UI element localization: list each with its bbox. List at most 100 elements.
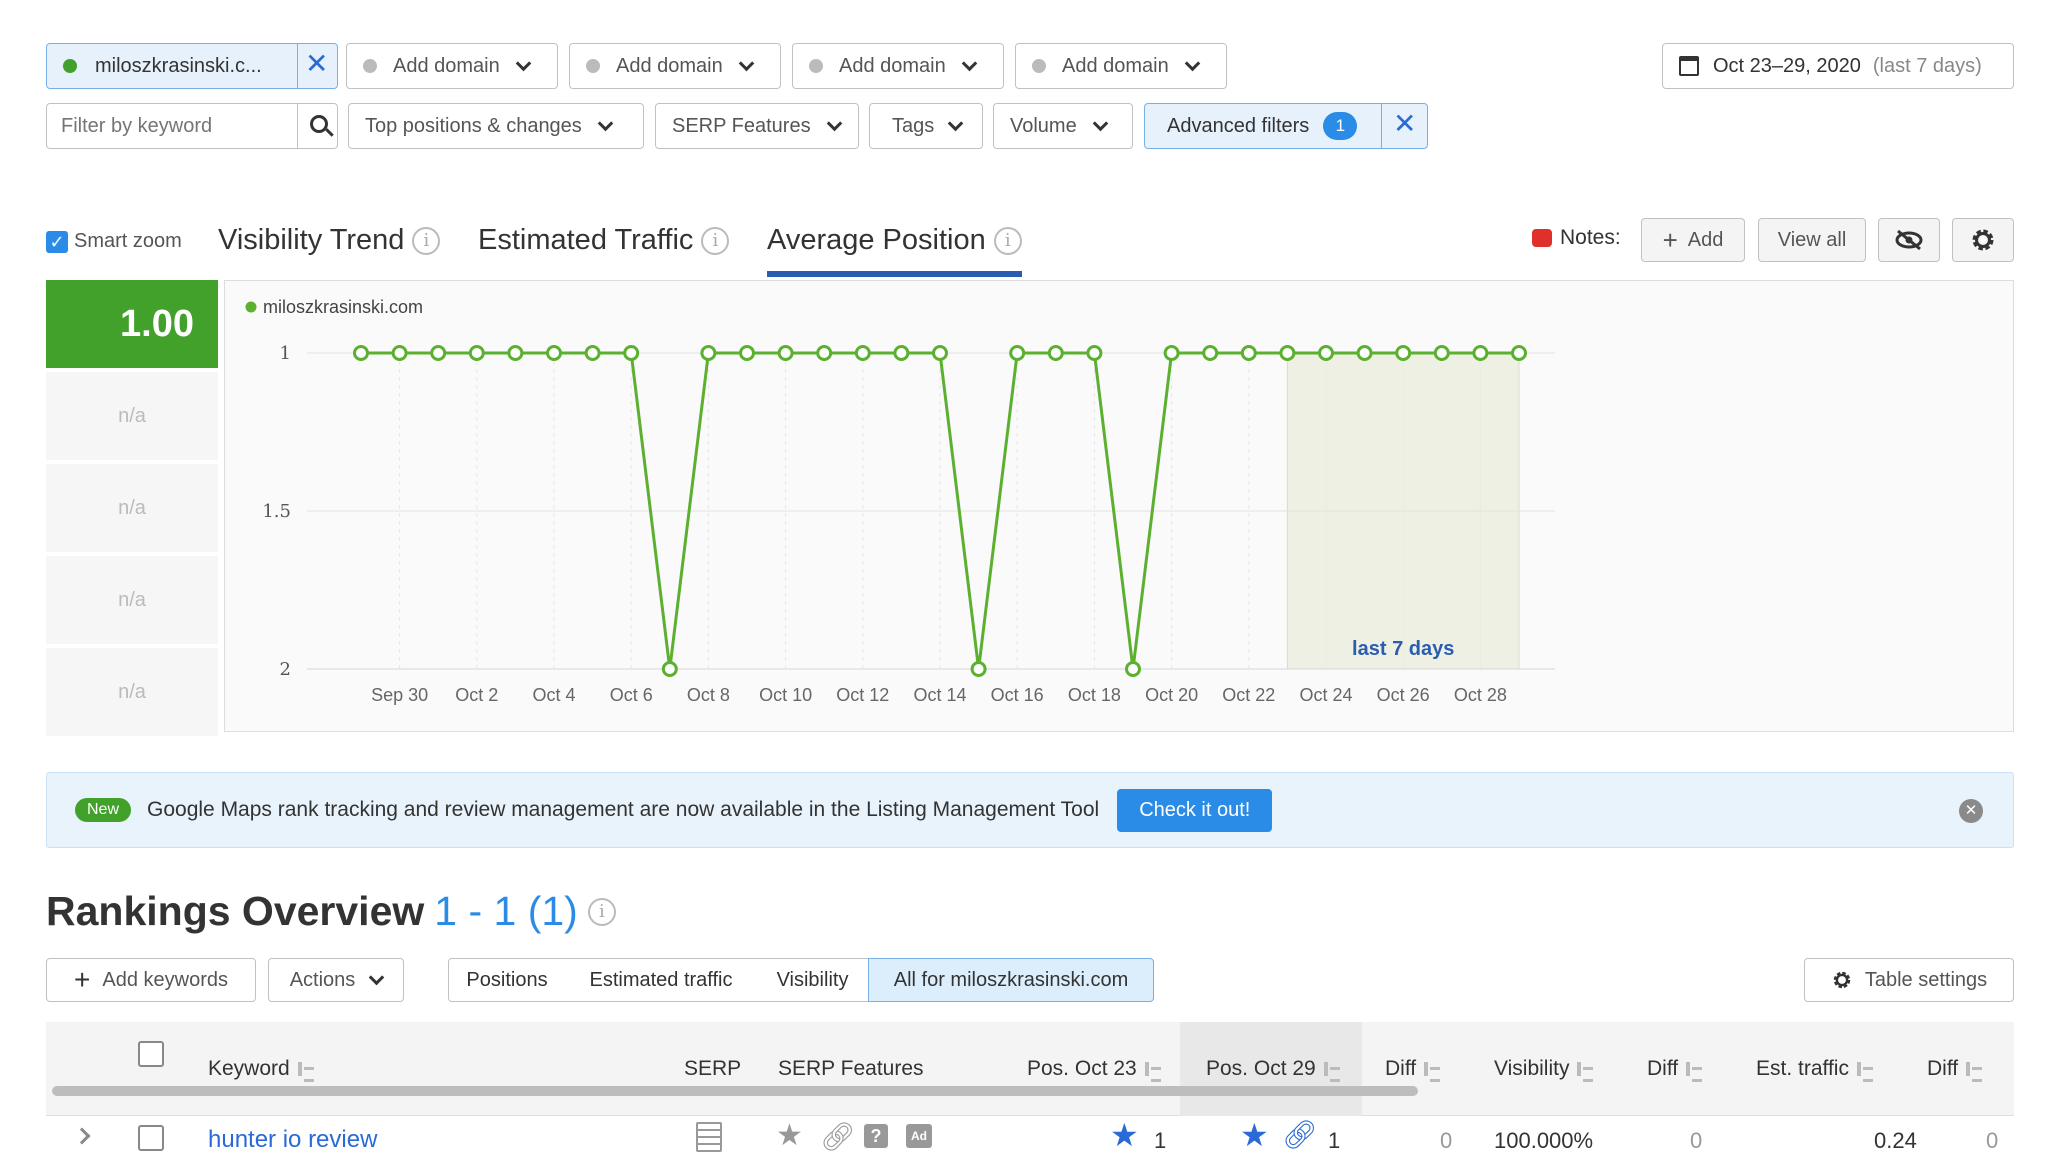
col-diff-3[interactable]: Diff [1927, 1022, 1983, 1116]
table-settings-label: Table settings [1864, 968, 1988, 991]
rankings-count: 1 - 1 (1) [434, 888, 578, 934]
view-visibility[interactable]: Visibility [757, 958, 869, 1002]
view-all-for-domain[interactable]: All for miloszkrasinski.com [868, 958, 1154, 1002]
x-tick-label: Oct 22 [1222, 685, 1275, 705]
close-banner-icon[interactable]: ✕ [1959, 799, 1983, 823]
add-keywords-label: Add keywords [102, 968, 228, 991]
link-icon: 🔗︎ [1282, 1119, 1318, 1150]
add-domain-select-1[interactable]: Add domain [346, 43, 558, 89]
col-label: SERP Features [778, 1057, 924, 1080]
view-estimated-traffic[interactable]: Estimated traffic [565, 958, 758, 1002]
view-label: All for miloszkrasinski.com [893, 968, 1129, 991]
data-point [1086, 345, 1103, 361]
x-tick-label: Oct 26 [1377, 685, 1430, 705]
col-visibility[interactable]: Visibility [1494, 1022, 1594, 1116]
expand-row-icon[interactable] [73, 1127, 91, 1145]
chart-settings-button[interactable] [1952, 218, 2014, 262]
legend-label: miloszkrasinski.com [263, 297, 423, 317]
chevron-down-icon [1184, 55, 1201, 71]
star-feature-icon: ★ [776, 1119, 803, 1152]
new-badge: New [75, 798, 132, 822]
table-horizontal-scrollbar[interactable] [52, 1086, 1418, 1096]
info-icon[interactable]: i [412, 226, 441, 255]
col-est-traffic[interactable]: Est. traffic [1756, 1022, 1873, 1116]
smart-zoom-checkbox[interactable]: ✓ [46, 230, 68, 253]
select-all-checkbox[interactable] [138, 1041, 164, 1067]
diff-3-value: 0 [1986, 1128, 1999, 1153]
add-domain-select-2[interactable]: Add domain [569, 43, 781, 89]
add-keywords-button[interactable]: + Add keywords [46, 958, 256, 1002]
data-point [1047, 345, 1064, 361]
col-diff-2[interactable]: Diff [1647, 1022, 1703, 1116]
serp-features-filter[interactable]: SERP Features [655, 103, 859, 149]
data-point [623, 345, 640, 361]
top-positions-filter[interactable]: Top positions & changes [348, 103, 644, 149]
domain-chip-primary[interactable]: miloszkrasinski.c... ✕ [46, 43, 338, 89]
remove-domain-icon[interactable]: ✕ [305, 50, 328, 78]
add-domain-select-3[interactable]: Add domain [792, 43, 1004, 89]
table-settings-button[interactable]: Table settings [1804, 958, 2014, 1002]
date-range-value: Oct 23–29, 2020 [1713, 54, 1861, 77]
keyword-link[interactable]: hunter io review [208, 1126, 377, 1154]
serp-features-label: SERP Features [672, 114, 811, 137]
advanced-filters-button[interactable]: Advanced filters 1 ✕ [1144, 103, 1428, 149]
row-checkbox[interactable] [138, 1125, 164, 1151]
data-point [1472, 345, 1489, 361]
data-point [1356, 345, 1373, 361]
col-pos-oct23[interactable]: Pos. Oct 23 [1027, 1022, 1161, 1116]
col-keyword[interactable]: Keyword [208, 1022, 314, 1116]
chevron-down-icon [515, 55, 532, 71]
view-positions[interactable]: Positions [448, 958, 566, 1002]
keyword-filter[interactable] [46, 103, 338, 149]
volume-label: Volume [1010, 114, 1077, 137]
smart-zoom-toggle[interactable]: ✓ Smart zoom [46, 230, 182, 253]
y-tick-label: 2 [280, 659, 291, 680]
hide-notes-button[interactable] [1878, 218, 1940, 262]
chart-panel: last 7 days 1 1.5 2 Sep 30 Oct 2 Oct 4 Oct 6 Oct… [224, 280, 2014, 732]
check-it-out-button[interactable]: Check it out! [1117, 788, 1273, 832]
data-point [970, 661, 987, 677]
tags-filter[interactable]: Tags [869, 103, 983, 149]
col-label: Diff [1927, 1057, 1959, 1080]
add-domain-select-4[interactable]: Add domain [1015, 43, 1227, 89]
score-row-3: n/a [46, 464, 218, 552]
info-icon[interactable]: i [587, 897, 616, 926]
data-point [777, 345, 794, 361]
keyword-filter-input[interactable] [61, 114, 281, 138]
data-point [1009, 345, 1026, 361]
view-all-notes-button[interactable]: View all [1758, 218, 1866, 262]
tab-label: Visibility Trend [218, 224, 405, 256]
domain-placeholder-dot [586, 59, 600, 73]
visibility-value: 100.000% [1494, 1128, 1594, 1153]
clear-advanced-filters-icon[interactable]: ✕ [1393, 110, 1416, 138]
info-icon[interactable]: i [701, 226, 730, 255]
score-row-4: n/a [46, 556, 218, 644]
serp-snapshot-icon[interactable] [696, 1122, 722, 1152]
date-range-picker[interactable]: Oct 23–29, 2020 (last 7 days) [1662, 43, 2014, 89]
score-value: 1.00 [120, 302, 194, 345]
add-domain-label: Add domain [1062, 54, 1169, 77]
domain-placeholder-dot [363, 59, 377, 73]
search-icon-handle [325, 128, 334, 137]
info-icon[interactable]: i [993, 226, 1022, 255]
col-diff-1[interactable]: Diff [1385, 1022, 1441, 1116]
col-serp: SERP [684, 1022, 741, 1116]
tab-estimated-traffic[interactable]: Estimated Traffic i [478, 224, 730, 257]
active-tab-underline [767, 271, 1022, 277]
diff-2-value: 0 [1690, 1128, 1703, 1153]
average-position-chart[interactable]: last 7 days11.52Sep 30 Oct 2 Oct 4 Oct 6 Oct… [225, 281, 2015, 733]
add-domain-label: Add domain [393, 54, 500, 77]
x-tick-label: Oct 10 [759, 685, 812, 705]
tab-label: Average Position [767, 224, 986, 256]
search-divider [297, 104, 298, 148]
volume-filter[interactable]: Volume [993, 103, 1133, 149]
add-note-button[interactable]: + Add [1641, 218, 1745, 262]
tab-average-position[interactable]: Average Position i [767, 224, 1022, 257]
plus-icon: + [1662, 224, 1678, 255]
actions-dropdown[interactable]: Actions [268, 958, 404, 1002]
col-pos-oct29[interactable]: Pos. Oct 29 [1206, 1022, 1340, 1116]
col-label: Visibility [1494, 1057, 1570, 1080]
tab-visibility-trend[interactable]: Visibility Trend i [218, 224, 441, 257]
sort-icon [1686, 1062, 1703, 1082]
smart-zoom-label: Smart zoom [74, 230, 182, 252]
